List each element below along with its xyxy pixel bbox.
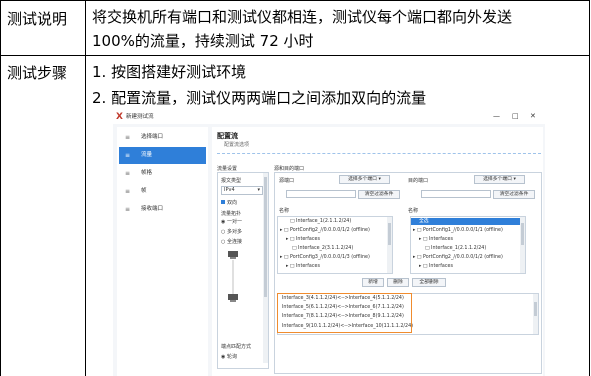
topology-label: 流量拓扑 (221, 211, 242, 217)
scrollbar-thumb[interactable] (264, 177, 267, 297)
topology-option-3[interactable]: ○ 全连接 (221, 238, 242, 245)
dest-port-tree[interactable]: 全选 ▸ □ PortConfig1_//0.0.0.0/1/1 (offlin… (410, 216, 526, 274)
source-port-tree[interactable]: □ Interface_1(2.1.1.2/24) ▸ □ PortConfig… (277, 216, 393, 274)
source-name-header: 名称 (279, 208, 290, 214)
tree-item[interactable]: ▸ □ Interfaces (419, 263, 453, 270)
source-multi-select-button[interactable]: 选择多个端口 ▾ (339, 175, 390, 184)
table-column-divider (85, 0, 86, 376)
menu-icon: ≡ (125, 206, 131, 213)
source-clear-filter-button[interactable]: 清空过滤条件 (358, 190, 400, 199)
tree-item[interactable]: ▸ □ Interfaces (286, 263, 320, 270)
screenshot-title-bar: X 新建测试流 — □ ✕ (113, 110, 545, 124)
main-panel: 配置流 配置流选项 流量设置 报文类型 IPv4 ▾ 双向 流量拓扑 ◉ 一对一 … (212, 127, 543, 376)
menu-icon: ≡ (125, 134, 131, 141)
sidebar-item-frame[interactable]: ≡ 帧 (119, 183, 206, 200)
bidirectional-checkbox[interactable]: 双向 (221, 199, 237, 206)
topology-diagram-icon (227, 250, 239, 302)
table-border-top (0, 0, 590, 1)
step-1: 1. 按图搭建好测试环境 (92, 63, 247, 81)
sidebar-item-label: 选择端口 (141, 134, 164, 140)
tree-item[interactable]: ▸ □ PortConfig2_//0.0.0.0/1/2 (offline) (413, 254, 503, 261)
menu-icon: ≡ (125, 152, 131, 159)
flow-settings-scrollbar[interactable] (263, 173, 268, 363)
sidebar-item-label: 帧 (141, 188, 147, 194)
port-select-title: 源和目的端口 (274, 166, 305, 172)
sidebar-item-label: 接收端口 (141, 206, 164, 212)
topology-option-2[interactable]: ○ 多对多 (221, 228, 242, 235)
tree-item[interactable]: ▸ □ PortConfig3_//0.0.0.0/1/3 (offline) (280, 254, 370, 261)
tree-item-select-all[interactable]: 全选 (411, 218, 520, 225)
traffic-type-value: IPv4 (224, 187, 235, 193)
description-line-2: 100%的流量，持续测试 72 小时 (92, 32, 314, 50)
result-list-scrollbar[interactable] (533, 294, 538, 334)
minimize-icon[interactable]: — (493, 112, 500, 121)
tree-item[interactable]: □ Interface_1(2.1.1.2/24) (425, 245, 486, 252)
dest-port-label: 目的端口 (408, 178, 429, 184)
app-title: 新建测试流 (126, 114, 154, 120)
sidebar-item-label: 帧格 (141, 170, 153, 176)
source-port-label: 源端口 (279, 178, 295, 184)
flow-settings-group: 报文类型 IPv4 ▾ 双向 流量拓扑 ◉ 一对一 ○ 多对多 ○ 全连接 端点匹… (217, 172, 269, 369)
description-line-1: 将交换机所有端口和测试仪都相连，测试仪每个端口都向外发送 (92, 8, 513, 26)
button-label: 选择多个端口 (483, 177, 512, 182)
close-icon[interactable]: ✕ (530, 112, 536, 121)
menu-icon: ≡ (125, 188, 131, 195)
chevron-down-icon: ▾ (257, 187, 260, 193)
traffic-type-label: 报文类型 (221, 178, 242, 184)
dest-filter-input[interactable] (421, 190, 491, 198)
sidebar-item-label: 流量 (141, 152, 153, 158)
tree-item[interactable]: ▸ □ PortConfig2_//0.0.0.0/1/2 (offline) (280, 227, 370, 234)
delete-all-button[interactable]: 全部删除 (412, 278, 446, 287)
row-label-steps: 测试步骤 (7, 64, 68, 82)
distribution-option[interactable]: ◉ 轮询 (221, 353, 237, 360)
sidebar-item-rx-ports[interactable]: ≡ 接收端口 (119, 201, 206, 218)
delete-button[interactable]: 删除 (387, 278, 409, 287)
traffic-config-screenshot: X 新建测试流 — □ ✕ ≡ 选择端口 ≡ 流量 ≡ 帧格 ≡ 帧 ≡ 接收端口 配置流… (113, 110, 545, 376)
topology-option-label: 多对多 (226, 229, 242, 235)
scrollbar-thumb[interactable] (534, 302, 537, 316)
table-border-left (0, 0, 1, 376)
source-tree-scrollbar[interactable] (387, 217, 392, 273)
new-button[interactable]: 新增 (362, 278, 384, 287)
topology-option-label: 全连接 (226, 239, 242, 245)
checkbox-checked-icon (221, 200, 225, 204)
dest-tree-scrollbar[interactable] (520, 217, 525, 273)
tree-item[interactable]: □ Interface_1(2.1.1.2/24) (290, 218, 351, 225)
flow-settings-title: 流量设置 (217, 166, 238, 172)
tree-item[interactable]: ▸ □ PortConfig1_//0.0.0.0/1/1 (offline) (413, 227, 503, 234)
highlight-box (277, 293, 412, 333)
wizard-sidebar: ≡ 选择端口 ≡ 流量 ≡ 帧格 ≡ 帧 ≡ 接收端口 (117, 127, 208, 376)
sidebar-item-select-ports[interactable]: ≡ 选择端口 (119, 129, 206, 146)
tree-item[interactable]: □ Interface_2(3.1.1.2/24) (292, 245, 353, 252)
maximize-icon[interactable]: □ (512, 112, 519, 121)
bidirectional-label: 双向 (227, 200, 238, 206)
step-2: 2. 配置流量，测试仪两两端口之间添加双向的流量 (92, 89, 427, 107)
menu-icon: ≡ (125, 170, 131, 177)
distribution-option-label: 轮询 (226, 354, 237, 360)
button-label: 选择多个端口 (348, 177, 377, 182)
sidebar-item-traffic[interactable]: ≡ 流量 (119, 147, 206, 164)
dest-multi-select-button[interactable]: 选择多个端口 ▾ (474, 175, 525, 184)
source-filter-input[interactable] (286, 190, 356, 198)
scrollbar-thumb[interactable] (388, 223, 391, 245)
table-row-divider (0, 55, 590, 56)
scrollbar-thumb[interactable] (521, 223, 524, 245)
dashed-divider (217, 153, 541, 154)
dest-name-header: 名称 (408, 208, 419, 214)
topology-option-label: 一对一 (226, 219, 242, 225)
tree-item[interactable]: ▸ □ Interfaces (286, 236, 320, 243)
distribution-label: 端点匹配方式 (221, 344, 252, 350)
page-subtitle: 配置流选项 (224, 142, 250, 148)
dest-clear-filter-button[interactable]: 清空过滤条件 (493, 190, 535, 199)
page-title: 配置流 (217, 132, 238, 140)
table-border-right (589, 0, 590, 376)
sidebar-item-frame-format[interactable]: ≡ 帧格 (119, 165, 206, 182)
topology-option-1[interactable]: ◉ 一对一 (221, 218, 242, 225)
traffic-type-select[interactable]: IPv4 ▾ (221, 186, 263, 195)
row-label-description: 测试说明 (7, 10, 68, 28)
app-logo-icon: X (116, 112, 123, 122)
tree-item[interactable]: ▸ □ Interfaces (419, 236, 453, 243)
port-select-group: 源端口 选择多个端口 ▾ 目的端口 选择多个端口 ▾ 清空过滤条件 清空过滤条件… (274, 172, 542, 374)
